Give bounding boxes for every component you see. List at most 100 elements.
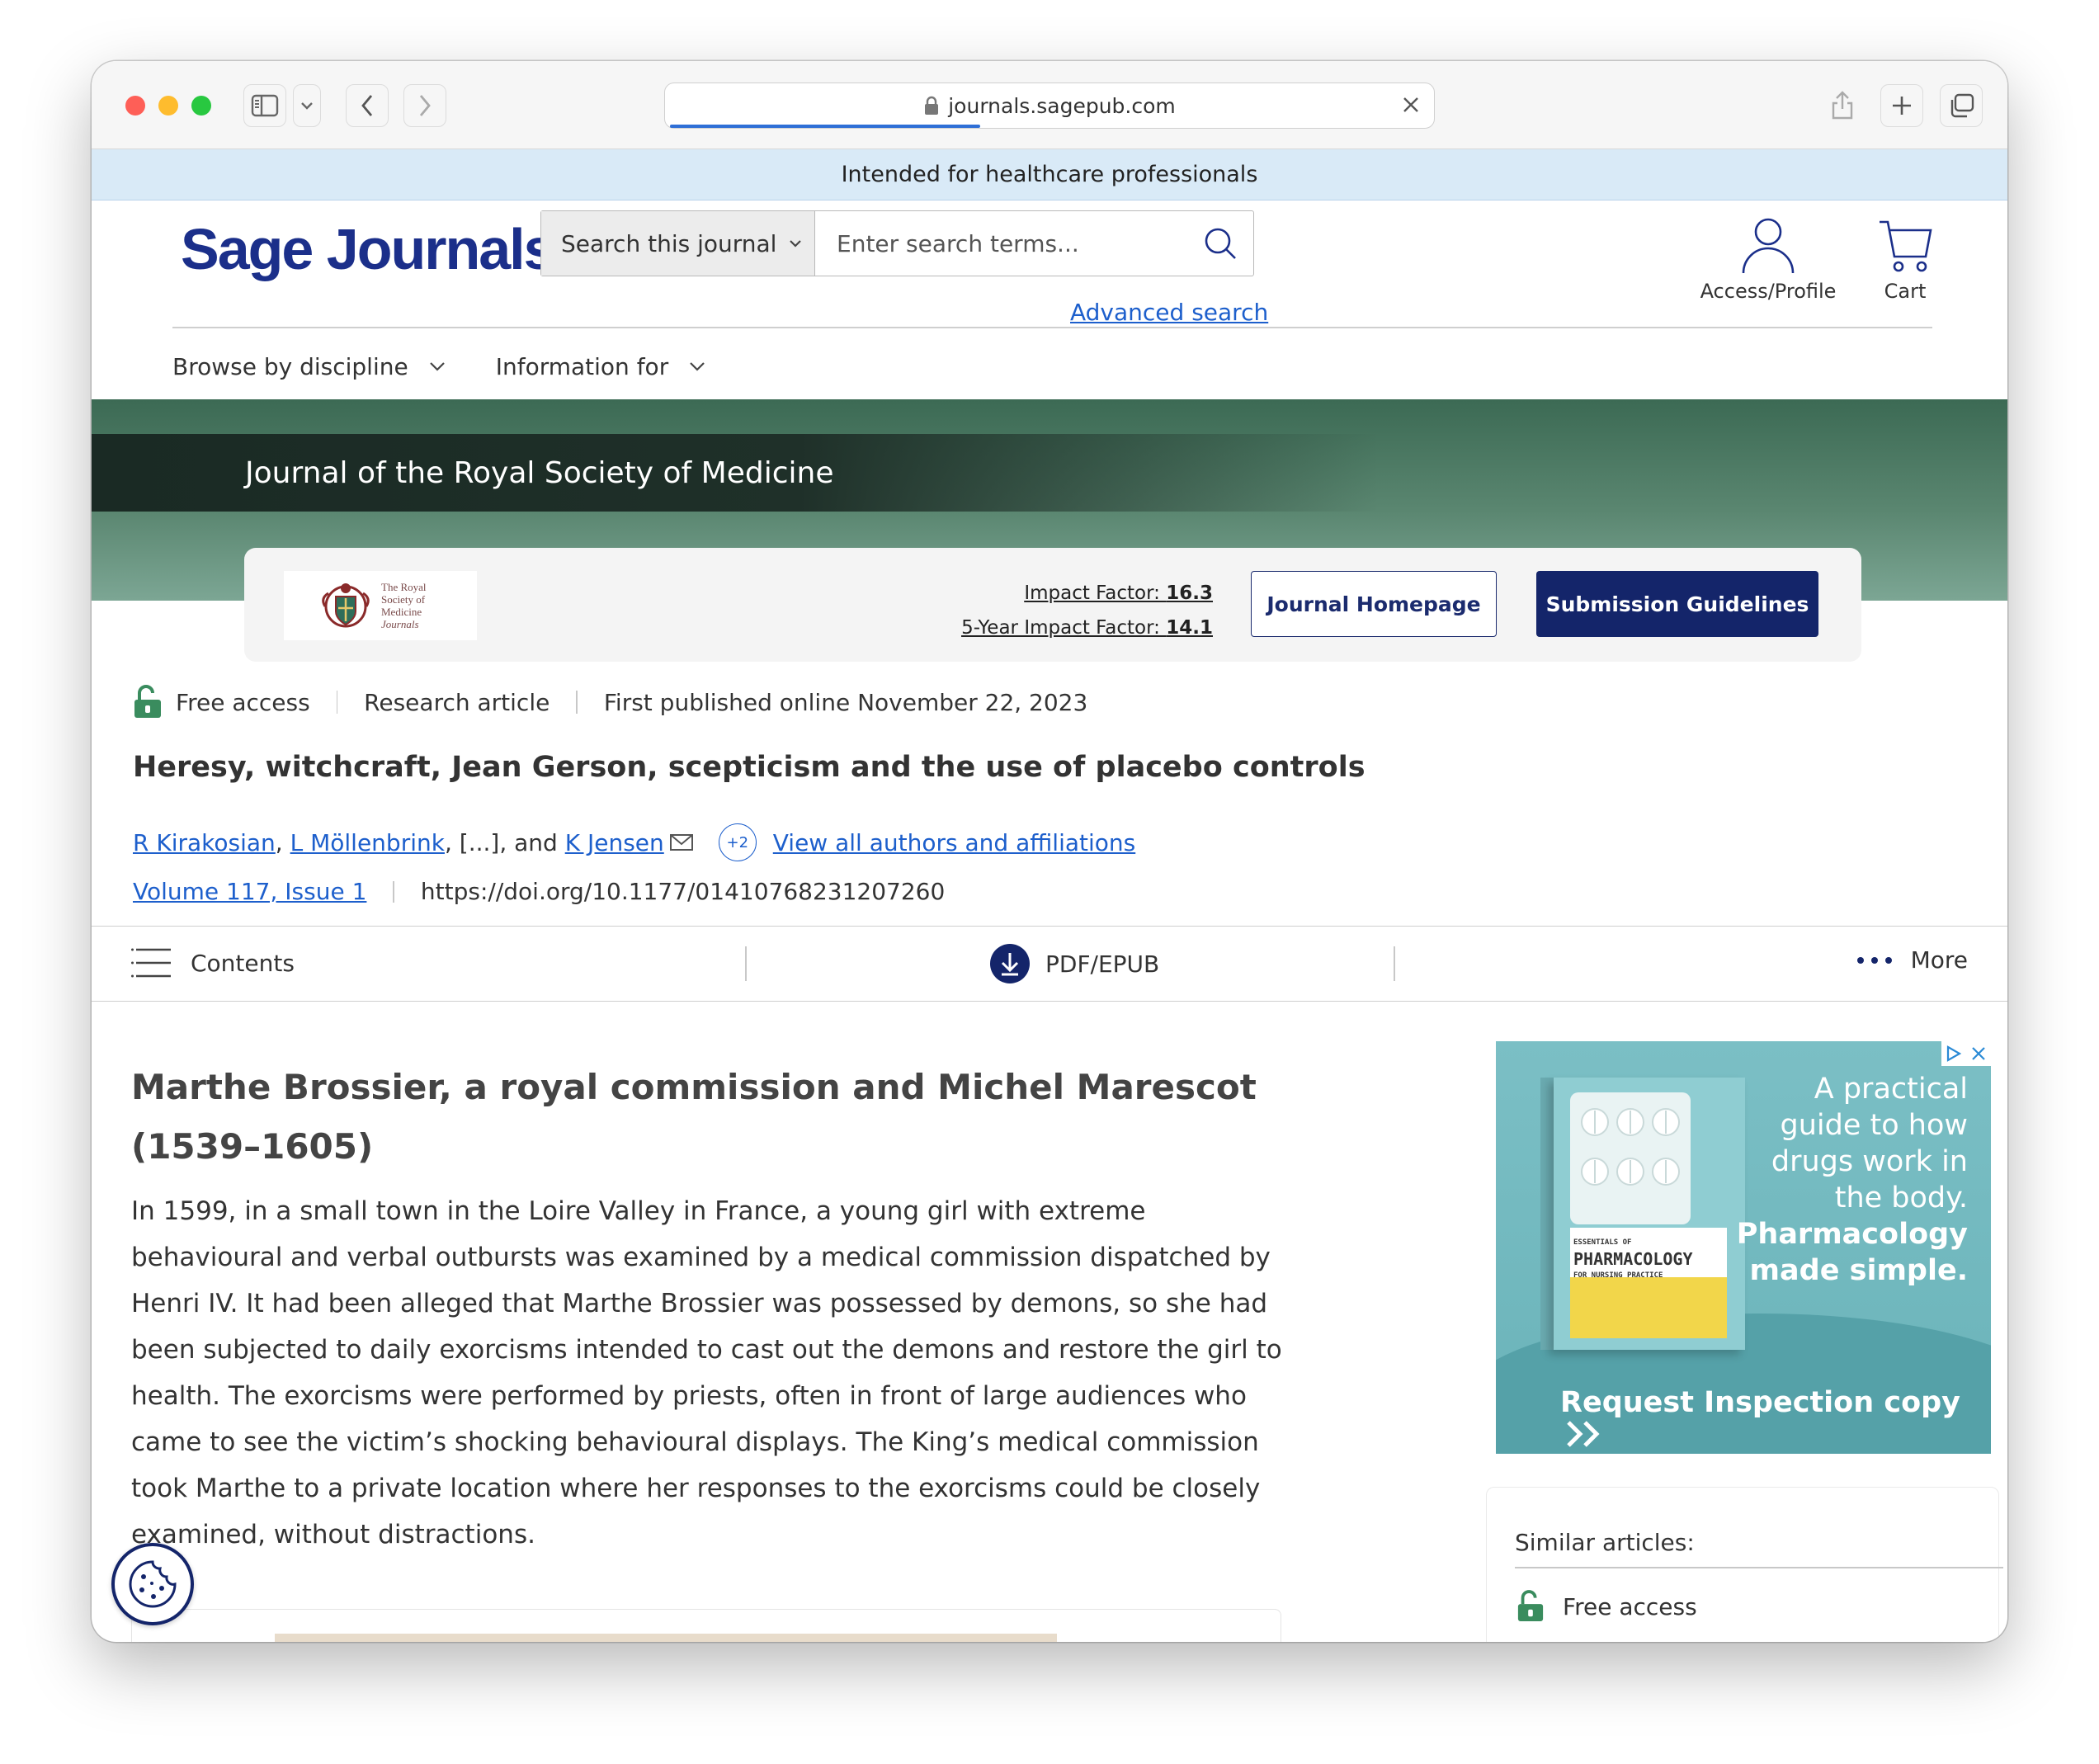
submission-guidelines-button[interactable]: Submission Guidelines: [1536, 571, 1818, 637]
article-title: Heresy, witchcraft, Jean Gerson, sceptic…: [133, 751, 1366, 784]
journal-title-bar: Journal of the Royal Society of Medicine: [92, 434, 1379, 512]
cookie-icon: [129, 1560, 177, 1608]
journal-info-card: The Royal Society of Medicine Journals I…: [244, 548, 1861, 662]
sidebar-toggle-button[interactable]: [243, 84, 286, 127]
search-icon: [1205, 228, 1236, 259]
forward-button[interactable]: [403, 84, 446, 127]
pdf-epub-button[interactable]: PDF/EPUB: [989, 943, 1159, 984]
list-icon: [131, 948, 171, 978]
chevron-down-icon: [690, 362, 705, 371]
five-year-impact-factor[interactable]: 5-Year Impact Factor: 14.1: [961, 611, 1213, 645]
open-lock-icon: [1517, 1590, 1544, 1621]
article-meta: Free access Research article First publi…: [133, 682, 1087, 723]
access-badge: Free access: [1563, 1592, 1697, 1620]
back-button[interactable]: [346, 84, 389, 127]
share-icon: [1832, 91, 1853, 120]
contents-label: Contents: [191, 949, 295, 977]
access-profile-button[interactable]: Access/Profile: [1694, 215, 1842, 303]
journal-logo-text: The Royal Society of Medicine Journals: [381, 581, 427, 630]
contents-button[interactable]: Contents: [131, 946, 295, 979]
chevron-right-icon: [419, 95, 431, 116]
address-bar[interactable]: journals.sagepub.com: [664, 83, 1435, 129]
nav-item-label: Information for: [495, 352, 669, 380]
access-profile-label: Access/Profile: [1700, 280, 1837, 303]
pdf-epub-label: PDF/EPUB: [1045, 950, 1160, 978]
cart-icon: [1880, 220, 1932, 272]
search-scope-select[interactable]: Search this journal: [541, 211, 815, 276]
more-dots-icon: [1856, 956, 1892, 964]
zoom-window-button[interactable]: [191, 96, 211, 116]
journal-homepage-button[interactable]: Journal Homepage: [1251, 571, 1497, 637]
article-type: Research article: [364, 688, 550, 716]
open-lock-icon: [134, 685, 161, 718]
view-all-authors-link[interactable]: View all authors and affiliations: [773, 829, 1135, 856]
sidebar-icon: [251, 94, 279, 117]
new-tab-button[interactable]: [1880, 84, 1923, 127]
advanced-search-link[interactable]: Advanced search: [1070, 299, 1268, 326]
search-scope-label: Search this journal: [561, 229, 777, 257]
download-icon: [990, 944, 1030, 983]
royal-society-crest-icon: [322, 583, 370, 628]
similar-article-item[interactable]: Free access: [1516, 1590, 1697, 1623]
more-label: More: [1910, 946, 1968, 974]
doi-text[interactable]: https://doi.org/10.1177/0141076823120726…: [421, 878, 945, 905]
book-title-label: ESSENTIALS OF PHARMACOLOGY FOR NURSING P…: [1570, 1228, 1727, 1280]
browser-toolbar: journals.sagepub.com: [92, 61, 2007, 149]
request-inspection-copy-link[interactable]: Request Inspection copy: [1560, 1386, 1991, 1452]
tab-overview-button[interactable]: [1940, 84, 1983, 127]
chevron-down-icon: [790, 240, 802, 248]
author-link[interactable]: R Kirakosian: [133, 829, 276, 856]
close-window-button[interactable]: [125, 96, 145, 116]
more-button[interactable]: More: [1856, 946, 1968, 974]
volume-issue-link[interactable]: Volume 117, Issue 1: [133, 878, 366, 905]
close-icon[interactable]: [1969, 1045, 1988, 1063]
access-badge: Free access: [176, 688, 310, 716]
ad-choices-icon: [1946, 1045, 1962, 1062]
search-bar: Search this journal: [540, 210, 1254, 276]
nav-item-label: Browse by discipline: [172, 352, 408, 380]
tabs-icon: [1950, 93, 1974, 118]
cart-label: Cart: [1884, 280, 1927, 303]
author-link[interactable]: K Jensen: [565, 829, 664, 856]
figure-image: [275, 1634, 1057, 1642]
mail-icon[interactable]: [669, 832, 694, 852]
cookie-settings-button[interactable]: [111, 1543, 194, 1625]
minimize-window-button[interactable]: [158, 96, 178, 116]
nav-information-for[interactable]: Information for: [496, 342, 706, 391]
user-icon: [1742, 218, 1795, 274]
section-heading: Marthe Brossier, a royal commission and …: [131, 1067, 1257, 1167]
share-button[interactable]: [1821, 84, 1864, 127]
ad-headline: A practical guide to how drugs work in t…: [1736, 1073, 1968, 1287]
plus-icon: [1893, 97, 1911, 115]
main-nav: Browse by discipline Information for: [172, 342, 706, 391]
published-date: First published online November 22, 2023: [603, 688, 1088, 716]
ad-choices[interactable]: [1941, 1041, 1991, 1066]
sage-journals-logo[interactable]: Sage Journals: [181, 216, 556, 282]
search-input[interactable]: [815, 211, 1187, 276]
lock-icon: [925, 96, 939, 115]
journal-logo[interactable]: The Royal Society of Medicine Journals: [284, 571, 477, 640]
author-link[interactable]: L Möllenbrink: [290, 829, 445, 856]
similar-articles-panel: Similar articles: Free access: [1486, 1487, 2003, 1642]
impact-factor[interactable]: Impact Factor: 16.3: [961, 576, 1213, 611]
browser-window: journals.sagepub.com Intended for health…: [92, 61, 2007, 1642]
url-text: journals.sagepub.com: [948, 93, 1176, 118]
journal-name[interactable]: Journal of the Royal Society of Medicine: [245, 456, 834, 490]
article-action-bar: Contents PDF/EPUB More: [92, 926, 2007, 1002]
cart-button[interactable]: Cart: [1864, 215, 1946, 303]
audience-banner: Intended for healthcare professionals: [92, 149, 2007, 200]
search-button[interactable]: [1187, 211, 1253, 276]
nav-browse-by-discipline[interactable]: Browse by discipline: [172, 342, 446, 391]
chevron-down-icon: [301, 102, 313, 110]
impact-factors: Impact Factor: 16.3 5-Year Impact Factor…: [961, 576, 1213, 645]
author-list: R Kirakosian , L Möllenbrink , [...], an…: [133, 823, 1135, 861]
page-load-progress: [670, 125, 980, 128]
pill-blister-image: [1570, 1092, 1691, 1224]
stop-loading-icon[interactable]: [1399, 93, 1422, 116]
body-paragraph: In 1599, in a small town in the Loire Va…: [131, 1196, 1282, 1549]
volume-doi-row: Volume 117, Issue 1 https://doi.org/10.1…: [133, 878, 945, 905]
advertisement[interactable]: ESSENTIALS OF PHARMACOLOGY FOR NURSING P…: [1496, 1041, 1991, 1454]
tab-group-dropdown[interactable]: [293, 84, 321, 127]
header-divider: [172, 327, 1932, 328]
more-authors-button[interactable]: +2: [718, 823, 757, 861]
